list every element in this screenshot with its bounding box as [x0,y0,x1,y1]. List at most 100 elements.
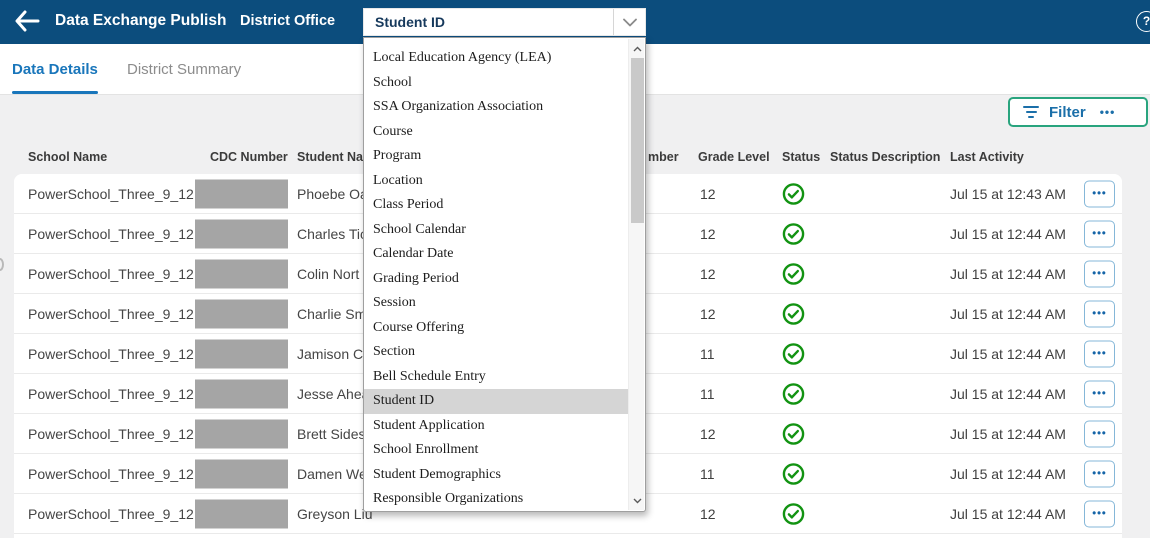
filter-button[interactable]: Filter ••• [1008,97,1148,127]
back-arrow-icon[interactable] [12,9,42,35]
status-check-circle-icon [782,182,805,205]
dropdown-option[interactable]: Location [364,169,628,194]
school-name-cell: PowerSchool_Three_9_12 [28,506,194,522]
grade-level-cell: 12 [700,506,716,522]
dropdown-scrollbar[interactable] [628,39,644,510]
entity-select-value: Student ID [364,14,613,30]
cdc-number-redacted [195,219,288,248]
dropdown-option[interactable]: Bell Schedule Entry [364,365,628,390]
status-check-circle-icon [782,462,805,485]
row-actions-button[interactable]: ••• [1084,340,1115,367]
student-name-cell: Damen We [297,466,367,482]
last-activity-cell: Jul 15 at 12:44 AM [950,306,1066,322]
dropdown-option[interactable]: SSA Organization Association [364,95,628,120]
dropdown-option[interactable]: Local Education Agency (LEA) [364,46,628,71]
cdc-number-redacted [195,299,288,328]
status-check-circle-icon [782,382,805,405]
dropdown-option[interactable]: Student Demographics [364,463,628,488]
student-name-cell: Colin Nort [297,266,359,282]
column-header-cdc-number: CDC Number [210,150,288,164]
row-actions-button[interactable]: ••• [1084,460,1115,487]
scroll-up-icon[interactable] [629,41,645,56]
dropdown-option[interactable]: School [364,71,628,96]
school-name-cell: PowerSchool_Three_9_12 [28,386,194,402]
column-header-school-name: School Name [28,150,107,164]
context-label: District Office [240,13,335,29]
student-name-cell: Greyson Liu [297,506,372,522]
dropdown-option[interactable]: Responsible Organizations [364,487,628,512]
dropdown-option[interactable]: School Enrollment [364,438,628,463]
cdc-number-redacted [195,419,288,448]
help-icon[interactable]: ? [1136,11,1150,32]
dropdown-option[interactable]: Program [364,144,628,169]
tab-data-details[interactable]: Data Details [12,44,98,94]
entity-select[interactable]: Student ID [363,8,646,36]
chevron-down-icon[interactable] [614,18,645,27]
student-name-cell: Charlie Sm [297,306,366,322]
school-name-cell: PowerSchool_Three_9_12 [28,346,194,362]
grade-level-cell: 11 [700,346,715,362]
filter-icon [1023,106,1039,119]
dropdown-option[interactable]: Calendar Date [364,242,628,267]
cdc-number-redacted [195,459,288,488]
student-name-cell: Brett Sides [297,426,365,442]
student-name-cell: Charles Tic [297,226,367,242]
status-check-circle-icon [782,222,805,245]
column-header-last-activity: Last Activity [950,150,1024,164]
cdc-number-redacted [195,179,288,208]
last-activity-cell: Jul 15 at 12:44 AM [950,226,1066,242]
row-actions-button[interactable]: ••• [1084,500,1115,527]
last-activity-cell: Jul 15 at 12:44 AM [950,466,1066,482]
column-header-status-description: Status Description [830,150,940,164]
row-actions-button[interactable]: ••• [1084,180,1115,207]
entity-dropdown-list: Local Education Agency (LEA) School SSA … [363,37,646,512]
dropdown-option[interactable]: Course [364,120,628,145]
filter-label[interactable]: Filter [1049,104,1086,121]
last-activity-cell: Jul 15 at 12:43 AM [950,186,1066,202]
row-actions-button[interactable]: ••• [1084,260,1115,287]
dropdown-option[interactable]: Session [364,291,628,316]
student-name-cell: Phoebe Oa [297,186,368,202]
school-name-cell: PowerSchool_Three_9_12 [28,426,194,442]
dropdown-option[interactable]: Section [364,340,628,365]
tab-district-summary[interactable]: District Summary [127,44,241,94]
school-name-cell: PowerSchool_Three_9_12 [28,466,194,482]
last-activity-cell: Jul 15 at 12:44 AM [950,266,1066,282]
last-activity-cell: Jul 15 at 12:44 AM [950,506,1066,522]
dropdown-options: Local Education Agency (LEA) School SSA … [364,46,628,512]
last-activity-cell: Jul 15 at 12:44 AM [950,386,1066,402]
dropdown-option[interactable]: School Calendar [364,218,628,243]
column-header-number-partial: mber [648,150,679,164]
dropdown-option[interactable]: Grading Period [364,267,628,292]
grade-level-cell: 12 [700,186,716,202]
scroll-down-icon[interactable] [629,493,645,508]
cdc-number-redacted [195,499,288,528]
row-actions-button[interactable]: ••• [1084,420,1115,447]
cdc-number-redacted [195,339,288,368]
dropdown-option[interactable]: Class Period [364,193,628,218]
student-name-cell: Jesse Ahea [297,386,369,402]
row-actions-button[interactable]: ••• [1084,220,1115,247]
page-title: Data Exchange Publish [55,12,226,30]
scrollbar-thumb[interactable] [631,58,644,223]
last-activity-cell: Jul 15 at 12:44 AM [950,426,1066,442]
grade-level-cell: 12 [700,226,716,242]
dropdown-option[interactable]: Student Application [364,414,628,439]
last-activity-cell: Jul 15 at 12:44 AM [950,346,1066,362]
dropdown-option[interactable]: Course Offering [364,316,628,341]
student-name-cell: Jamison Ch [297,346,371,362]
row-actions-button[interactable]: ••• [1084,300,1115,327]
cdc-number-redacted [195,259,288,288]
grade-level-cell: 11 [700,466,715,482]
grade-level-cell: 12 [700,266,716,282]
school-name-cell: PowerSchool_Three_9_12 [28,226,194,242]
dropdown-option-selected[interactable]: Student ID [364,389,628,414]
filter-more-button[interactable]: ••• [1100,105,1116,119]
grade-level-cell: 12 [700,426,716,442]
status-check-circle-icon [782,342,805,365]
cdc-number-redacted [195,379,288,408]
column-header-grade-level: Grade Level [698,150,770,164]
school-name-cell: PowerSchool_Three_9_12 [28,266,194,282]
app-window: Data Exchange Publish District Office ? … [0,0,1150,538]
row-actions-button[interactable]: ••• [1084,380,1115,407]
